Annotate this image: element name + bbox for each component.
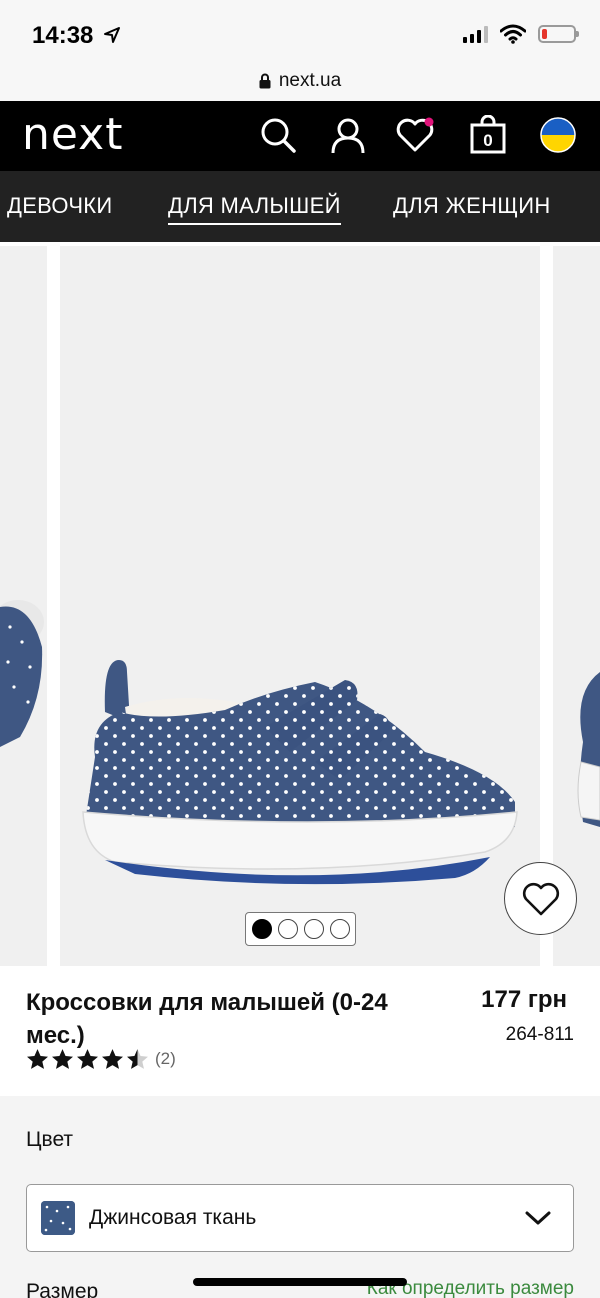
category-item-women[interactable]: ДЛЯ ЖЕНЩИН [393,193,551,219]
search-icon [261,118,296,153]
account-button[interactable] [326,113,370,157]
favourites-icon [396,117,434,152]
url-bar[interactable]: next.ua [0,60,600,101]
size-label: Размер [26,1280,99,1298]
battery-icon [538,25,579,43]
rating-stars[interactable]: (2) [26,1048,176,1070]
star-icon [127,1049,148,1069]
location-arrow-icon [104,27,120,43]
color-label: Цвет [26,1128,74,1151]
product-title: Кроссовки для малышей (0-24 мес.) [26,989,388,1049]
reviews-count[interactable]: (2) [155,1049,176,1069]
star-icon [27,1049,48,1069]
product-image [82,660,518,885]
previous-product-image [0,600,44,747]
gallery-dot[interactable] [303,919,324,939]
next-product-image [577,672,600,827]
gallery-pagination [245,912,356,946]
selected-color: Джинсовая ткань [89,1206,257,1229]
gallery-dot[interactable] [277,919,298,939]
bag-count: 0 [483,131,492,150]
star-icon [102,1049,123,1069]
product-gallery[interactable] [0,242,600,966]
next-slide[interactable] [553,246,600,966]
gallery-dot[interactable] [251,919,272,939]
signal-icon [463,25,488,43]
country-selector[interactable] [536,113,580,157]
status-bar: 14:38 [0,0,600,60]
product-options: Цвет Джинсовая ткань Размер Как определи… [0,1096,600,1298]
product-price: 177 грн [481,986,567,1013]
account-icon [331,118,365,154]
heart-icon [522,882,559,915]
favourites-button[interactable] [393,113,437,157]
star-icon [77,1049,98,1069]
bag-icon: 0 [470,115,506,154]
add-to-favourites-button[interactable] [504,862,577,935]
color-select[interactable]: Джинсовая ткань [26,1184,574,1252]
ukraine-flag-icon [540,117,576,153]
shopping-bag-button[interactable]: 0 [466,113,510,157]
status-time: 14:38 [32,22,94,49]
product-sku: 264-811 [505,1024,574,1045]
site-header: next 0 [0,101,600,171]
chevron-down-icon [525,1211,551,1225]
star-icon [52,1049,73,1069]
next-logo[interactable]: next [22,109,123,160]
wifi-icon [500,24,526,44]
category-nav: ДЕВОЧКИ ДЛЯ МАЛЫШЕЙ ДЛЯ ЖЕНЩИН [0,171,600,242]
category-item-girls[interactable]: ДЕВОЧКИ [7,193,113,219]
category-item-baby[interactable]: ДЛЯ МАЛЫШЕЙ [168,193,341,225]
lock-icon [259,73,271,88]
home-indicator[interactable] [193,1278,407,1286]
color-swatch [41,1201,75,1235]
gallery-dot[interactable] [329,919,350,939]
search-button[interactable] [256,113,300,157]
product-info: Кроссовки для малышей (0-24 мес.) 177 гр… [0,966,600,1096]
url-text: next.ua [278,69,342,91]
